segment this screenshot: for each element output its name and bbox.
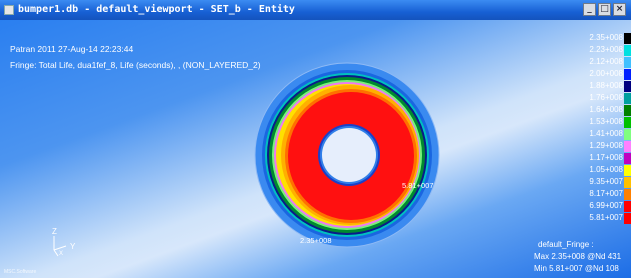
fringe-min: Min 5.81+007 @Nd 108 [534, 264, 619, 273]
patran-window: bumper1.db - default_viewport - SET_b - … [0, 0, 631, 278]
legend-row: 6.99+007 [578, 200, 631, 212]
legend-row: 2.23+008 [578, 44, 631, 56]
legend-row: 1.17+008 [578, 152, 631, 164]
legend-row: 1.76+008 [578, 92, 631, 104]
min-node-label: 2.35+008 [300, 236, 332, 245]
msc-logo: MSC.Software [4, 269, 37, 275]
fringe-name: default_Fringe : [538, 240, 594, 249]
legend-row: 9.35+007 [578, 176, 631, 188]
legend-row: 1.64+008 [578, 104, 631, 116]
header-line-2: Fringe: Total Life, dua1fef_8, Life (sec… [10, 60, 261, 70]
fringe-legend: 2.35+008 2.23+008 2.12+008 2.00+008 1.88… [578, 32, 631, 224]
maximize-button[interactable]: □ [598, 3, 611, 16]
center-hole-inner [322, 128, 376, 182]
legend-row: 1.41+008 [578, 128, 631, 140]
legend-row: 2.00+008 [578, 68, 631, 80]
graphics-viewport[interactable]: Patran 2011 27-Aug-14 22:23:44 Fringe: T… [0, 20, 631, 278]
title-bar[interactable]: bumper1.db - default_viewport - SET_b - … [0, 0, 631, 20]
close-button[interactable]: × [613, 3, 626, 16]
axis-z-label: Z [52, 227, 57, 236]
header-line-1: Patran 2011 27-Aug-14 22:23:44 [10, 44, 134, 54]
legend-row: 2.35+008 [578, 32, 631, 44]
legend-row: 1.53+008 [578, 116, 631, 128]
fringe-max: Max 2.35+008 @Nd 431 [534, 252, 622, 261]
legend-row: 1.05+008 [578, 164, 631, 176]
legend-row: 2.12+008 [578, 56, 631, 68]
legend-row: 5.81+007 [578, 212, 631, 224]
axis-y-label: Y [70, 242, 76, 251]
legend-row: 1.29+008 [578, 140, 631, 152]
max-node-label: 5.81+007 [402, 181, 434, 190]
legend-row: 8.17+007 [578, 188, 631, 200]
axis-x-label: X [59, 251, 64, 257]
app-icon [4, 5, 14, 15]
minimize-button[interactable]: _ [583, 3, 596, 16]
window-title: bumper1.db - default_viewport - SET_b - … [18, 4, 295, 15]
legend-row: 1.88+008 [578, 80, 631, 92]
